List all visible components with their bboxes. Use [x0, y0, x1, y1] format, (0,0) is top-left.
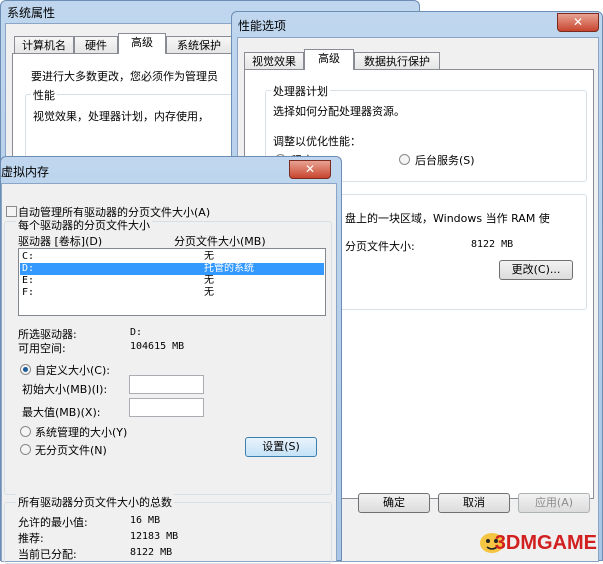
recommended-value: 12183 MB	[130, 531, 179, 542]
auto-manage-checkbox[interactable]	[6, 206, 17, 217]
total-legend: 所有驱动器分页文件大小的总数	[16, 494, 174, 510]
initial-size-label: 初始大小(MB)(I):	[22, 383, 108, 396]
tab-system-protection[interactable]: 系统保护	[166, 36, 232, 54]
radio-background-services[interactable]	[399, 154, 410, 165]
drive-list[interactable]: C: 无 D: 托管的系统 E: 无 F: 无	[18, 248, 326, 316]
tab-computer-name[interactable]: 计算机名	[14, 36, 74, 54]
radio-background-label: 后台服务(S)	[415, 154, 475, 167]
free-space-label: 可用空间:	[18, 342, 66, 355]
initial-size-input[interactable]	[129, 375, 204, 394]
processor-desc: 选择如何分配处理器资源。	[273, 105, 405, 118]
allocated-value: 8122 MB	[130, 547, 173, 558]
performance-desc: 视觉效果，处理器计划，内存使用，	[33, 110, 209, 123]
max-size-input[interactable]	[129, 398, 204, 417]
close-icon[interactable]: ✕	[557, 13, 599, 32]
max-size-label: 最大值(MB)(X):	[22, 406, 101, 419]
radio-system-managed[interactable]	[20, 426, 31, 437]
performance-legend: 性能	[31, 87, 57, 103]
watermark-logo: 3DMGAME	[494, 532, 597, 554]
system-managed-label: 系统管理的大小(Y)	[35, 426, 128, 439]
close-icon[interactable]: ✕	[289, 160, 331, 179]
tab-advanced[interactable]: 高级	[118, 33, 166, 54]
drive-size: 无	[204, 251, 214, 262]
tab-hardware[interactable]: 硬件	[74, 36, 118, 54]
drive-row[interactable]: F: 无	[20, 287, 324, 299]
tab-dep[interactable]: 数据执行保护	[354, 52, 440, 70]
performance-options-title: 性能选项	[238, 19, 287, 33]
tab-perf-advanced[interactable]: 高级	[304, 49, 354, 70]
processor-scheduling-legend: 处理器计划	[271, 83, 330, 99]
allocated-label: 当前已分配:	[18, 548, 77, 561]
drive-letter: F:	[22, 287, 35, 298]
min-allowed-value: 16 MB	[130, 515, 161, 526]
recommended-label: 推荐:	[18, 532, 44, 545]
free-space-value: 104615 MB	[130, 341, 185, 352]
tab-visual-effects[interactable]: 视觉效果	[244, 52, 304, 70]
selected-drive-value: D:	[130, 327, 143, 338]
vm-desc: 盘上的一块区域，Windows 当作 RAM 使	[345, 212, 550, 225]
ok-button[interactable]: 确定	[358, 493, 430, 513]
drive-size: 托管的系统	[204, 263, 254, 274]
admin-note: 要进行大多数更改，您必须作为管理员	[31, 70, 218, 83]
col-drive-header: 驱动器 [卷标](D)	[18, 235, 103, 248]
vm-size-label: 分页文件大小:	[345, 240, 415, 253]
virtual-memory-window: 虚拟内存 ✕ 自动管理所有驱动器的分页文件大小(A) 每个驱动器的分页文件大小 …	[0, 156, 342, 564]
drive-size: 无	[204, 275, 214, 286]
drive-row[interactable]: E: 无	[20, 275, 324, 287]
set-button[interactable]: 设置(S)	[245, 437, 317, 457]
adjust-label: 调整以优化性能：	[273, 135, 361, 148]
vm-size-value: 8122 MB	[471, 239, 514, 250]
drive-row[interactable]: D: 托管的系统	[20, 263, 324, 275]
drive-size: 无	[204, 287, 214, 298]
virtual-memory-title: 虚拟内存	[1, 165, 50, 179]
drive-letter: D:	[22, 263, 35, 274]
cancel-button[interactable]: 取消	[438, 493, 510, 513]
change-button[interactable]: 更改(C)...	[499, 260, 573, 280]
min-allowed-label: 允许的最小值:	[18, 516, 88, 529]
per-drive-legend: 每个驱动器的分页文件大小	[16, 217, 152, 233]
no-paging-label: 无分页文件(N)	[35, 444, 107, 457]
col-size-header: 分页文件大小(MB)	[174, 235, 266, 248]
virtual-memory-body: 自动管理所有驱动器的分页文件大小(A) 每个驱动器的分页文件大小 驱动器 [卷标…	[1, 183, 337, 564]
apply-button[interactable]: 应用(A)	[518, 493, 590, 513]
drive-row[interactable]: C: 无	[20, 251, 324, 263]
drive-letter: E:	[22, 275, 35, 286]
custom-size-label: 自定义大小(C):	[35, 364, 110, 377]
drive-letter: C:	[22, 251, 35, 262]
system-properties-title: 系统属性	[7, 6, 56, 20]
radio-custom-size[interactable]	[20, 364, 31, 375]
radio-no-paging[interactable]	[20, 444, 31, 455]
